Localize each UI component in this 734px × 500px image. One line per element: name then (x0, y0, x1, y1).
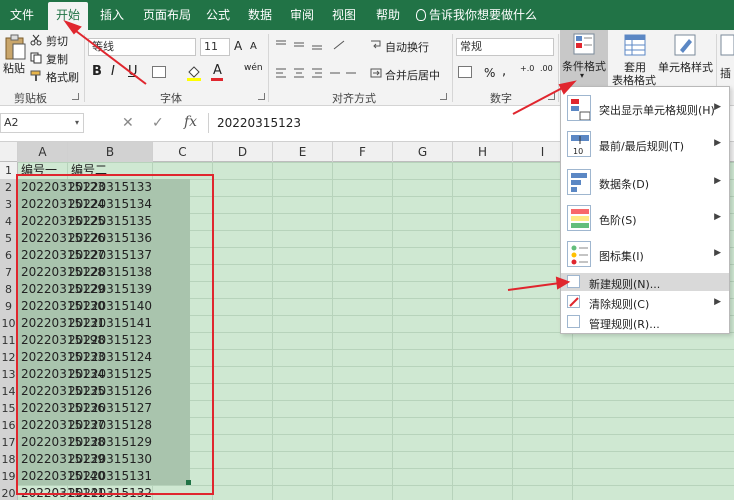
arrow-head (555, 276, 571, 290)
arrow-to-new-rule (507, 282, 561, 291)
arrow-to-conditional-formatting (512, 85, 567, 115)
arrow-to-home-tab (71, 27, 147, 85)
annotation-arrows (63, 19, 577, 291)
arrow-head (558, 80, 577, 95)
